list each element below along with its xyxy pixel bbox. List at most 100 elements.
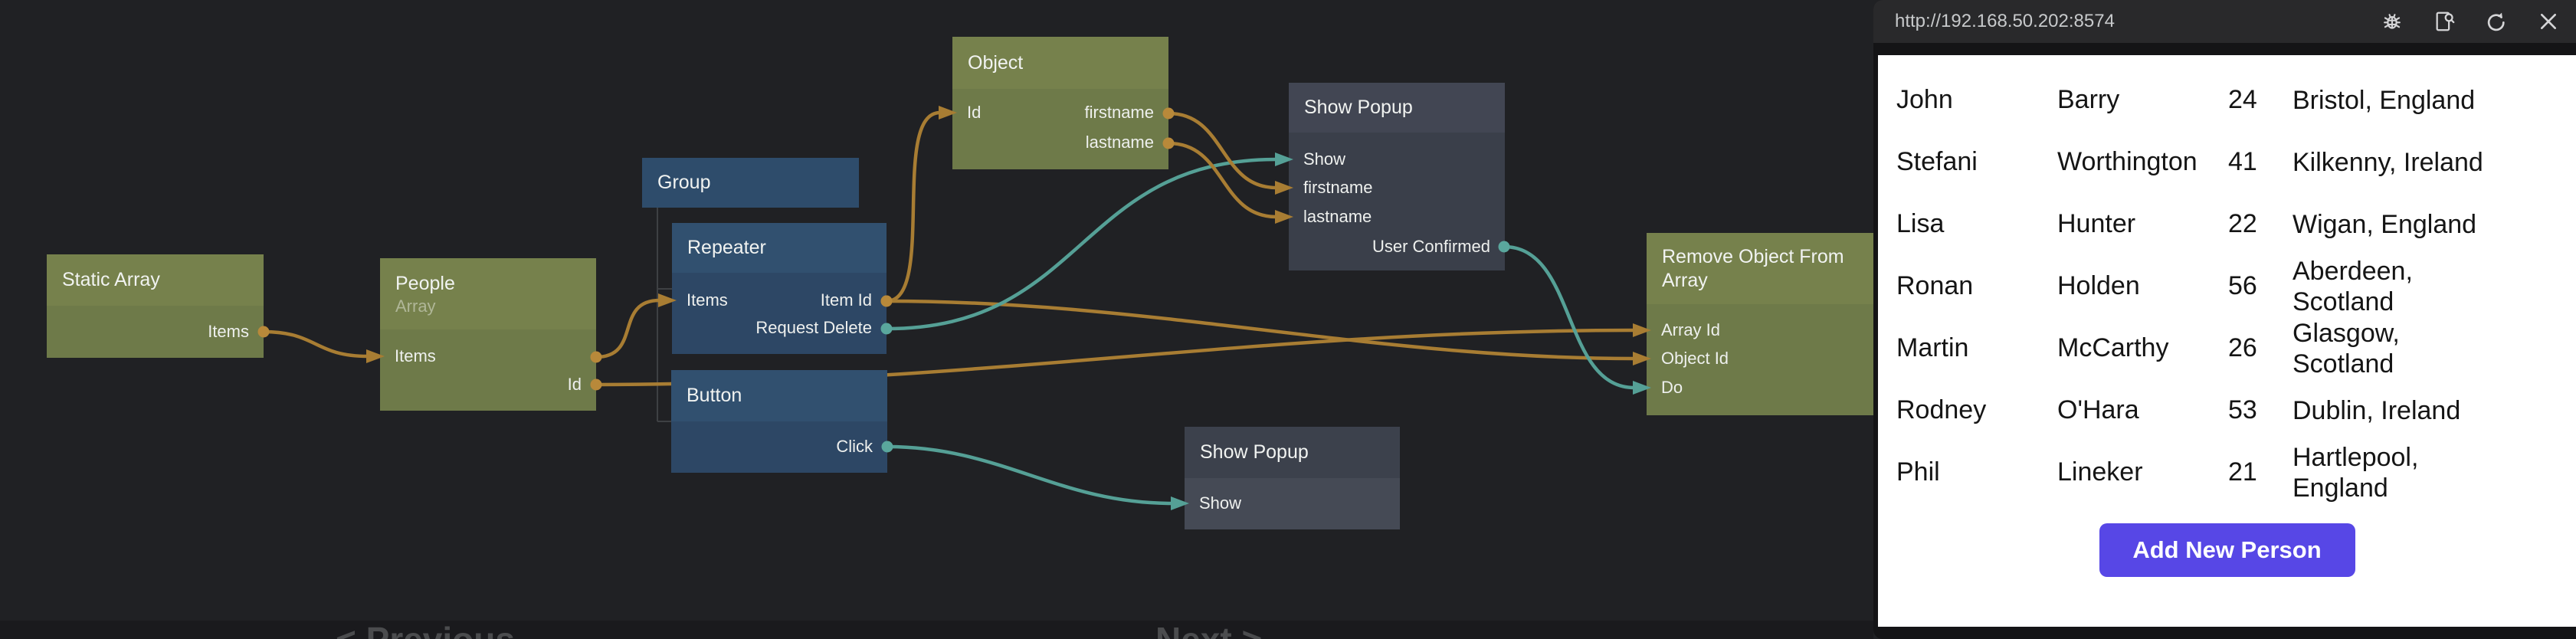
person-age: 24 [2228,85,2293,115]
person-age: 21 [2228,457,2293,487]
output-port-label[interactable]: Request Delete [755,318,872,338]
person-age: 53 [2228,395,2293,425]
output-port-label[interactable]: lastname [1086,133,1154,152]
previous-button[interactable]: < Previous [336,622,515,639]
output-port-label[interactable]: firstname [1085,103,1154,123]
output-port-label[interactable]: Id [568,375,582,395]
node-people[interactable]: PeopleArray Items Id [380,258,596,411]
person-row: RonanHolden56Aberdeen, Scotland [1878,255,2576,317]
person-city: Dublin, Ireland [2293,395,2558,426]
person-city: Kilkenny, Ireland [2293,147,2558,178]
preview-panel: http://192.168.50.202:8574 [1873,0,2576,639]
port-row: Click [671,431,887,462]
add-new-person-button[interactable]: Add New Person [2099,523,2355,577]
port-row: User Confirmed [1289,231,1505,262]
canvas-bottom-bar: < Previous Next > [0,621,1873,639]
node-header: Group [642,158,859,208]
port-row: Items [380,341,596,372]
node-title: Show Popup [1304,96,1490,120]
node-object[interactable]: Object Id firstname lastname [952,37,1168,169]
port-row: Items Item Id [672,285,887,316]
output-port-label[interactable]: User Confirmed [1372,237,1490,257]
person-first-name: Lisa [1896,209,2057,239]
node-title: People [395,272,581,296]
node-title: Static Array [62,268,248,292]
node-repeater[interactable]: Repeater Items Item Id Request Delete [672,223,887,354]
port-row: Show [1289,144,1505,175]
input-port-label[interactable]: Do [1661,378,1683,398]
node-remove-object-from-array[interactable]: Remove Object From Array Array Id Object I… [1647,233,1873,415]
input-port-label[interactable]: Show [1199,493,1241,513]
node-show-popup-2[interactable]: Show Popup Show [1185,427,1400,529]
preview-url[interactable]: http://192.168.50.202:8574 [1895,11,2380,32]
input-port-label[interactable]: Items [687,290,728,310]
person-last-name: McCarthy [2057,333,2228,363]
node-header: Show Popup [1289,83,1505,133]
node-group[interactable]: Group [642,158,859,208]
input-port-label[interactable]: Array Id [1661,320,1720,340]
port-row: Request Delete [672,313,887,343]
person-first-name: Phil [1896,457,2057,487]
node-canvas[interactable]: Static Array Items PeopleArray Items Id Group… [0,0,1873,639]
port-row: Array Id [1647,315,1873,346]
nodes-layer: Static Array Items PeopleArray Items Id Group… [0,0,1873,639]
output-port-label[interactable]: Items [208,322,249,342]
port-row: Id [380,369,596,400]
node-subtitle: Array [395,296,581,316]
person-last-name: Barry [2057,85,2228,115]
open-in-editor-icon [2432,9,2456,34]
input-port-label[interactable]: lastname [1303,207,1372,227]
node-header: Show Popup [1185,427,1400,478]
preview-content: JohnBarry24Bristol, EnglandStefaniWorthi… [1878,55,2576,627]
person-row: RodneyO'Hara53Dublin, Ireland [1878,379,2576,441]
person-city: Bristol, England [2293,85,2558,116]
debug-icon [2380,9,2404,34]
node-header: Static Array [47,254,264,306]
preview-toolbar-icons [2380,9,2561,34]
input-port-label[interactable]: Id [967,103,981,123]
refresh-button[interactable] [2484,9,2509,34]
person-city: Wigan, England [2293,209,2558,240]
port-row: firstname [1289,172,1505,203]
open-in-editor-button[interactable] [2432,9,2456,34]
port-row: lastname [952,127,1168,158]
node-button[interactable]: Button Click [671,370,887,473]
node-title: Repeater [687,236,871,260]
output-port-label[interactable]: Click [836,437,873,457]
person-city: Hartlepool, England [2293,442,2558,503]
node-header: Repeater [672,223,887,273]
refresh-icon [2484,9,2509,34]
input-port-label[interactable]: Items [395,346,436,366]
person-last-name: O'Hara [2057,395,2228,425]
preview-topbar: http://192.168.50.202:8574 [1873,0,2576,43]
person-row: LisaHunter22Wigan, England [1878,193,2576,255]
people-table: JohnBarry24Bristol, EnglandStefaniWorthi… [1878,69,2576,503]
input-port-label[interactable]: Object Id [1661,349,1729,369]
node-title: Show Popup [1200,441,1385,464]
node-title: Button [687,384,872,408]
person-age: 26 [2228,333,2293,363]
node-header: Object [952,37,1168,89]
node-static-array[interactable]: Static Array Items [47,254,264,358]
node-header: PeopleArray [380,258,596,329]
port-row: lastname [1289,202,1505,232]
person-first-name: John [1896,85,2057,115]
port-row: Do [1647,372,1873,403]
output-port-label[interactable]: Item Id [821,290,872,310]
node-title: Remove Object From Array [1662,245,1858,293]
port-row: Show [1185,488,1400,519]
node-title: Group [657,171,844,195]
node-title: Object [968,51,1153,75]
person-age: 56 [2228,271,2293,301]
close-button[interactable] [2536,9,2561,34]
person-row: MartinMcCarthy26Glasgow, Scotland [1878,317,2576,379]
port-row: Object Id [1647,343,1873,374]
input-port-label[interactable]: Show [1303,149,1345,169]
port-row: Items [47,316,264,347]
person-last-name: Lineker [2057,457,2228,487]
input-port-label[interactable]: firstname [1303,178,1372,198]
node-header: Button [671,370,887,421]
node-show-popup-1[interactable]: Show Popup Show firstname lastnameUser Conf… [1289,83,1505,270]
next-button[interactable]: Next > [1155,622,1262,639]
debug-button[interactable] [2380,9,2404,34]
